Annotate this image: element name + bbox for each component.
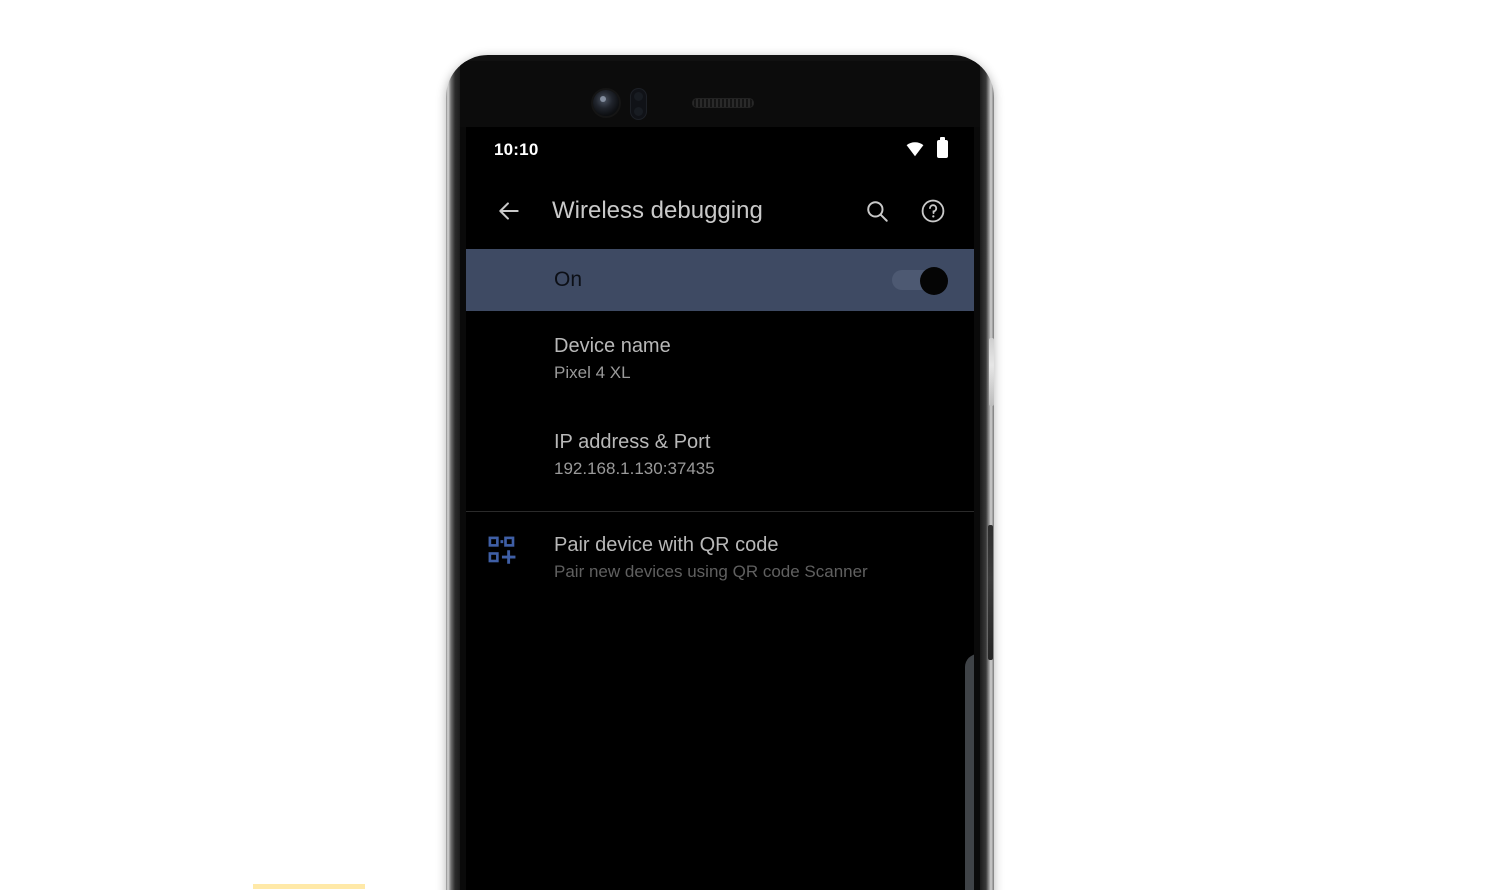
- toggle-state-label: On: [554, 268, 583, 291]
- battery-icon: [937, 137, 948, 158]
- power-button[interactable]: [989, 338, 994, 406]
- setting-value: 192.168.1.130:37435: [554, 459, 715, 478]
- setting-value: Pixel 4 XL: [554, 363, 631, 382]
- phone-device-frame: 10:10 Wireless debugging On Device name …: [446, 55, 994, 890]
- setting-title: IP address & Port: [554, 431, 711, 453]
- setting-row-ip-address-port[interactable]: IP address & Port 192.168.1.130:37435: [466, 407, 974, 503]
- screenshot-canvas: 10:10 Wireless debugging On Device name …: [0, 0, 1498, 890]
- earpiece-speaker-icon: [692, 98, 754, 108]
- status-bar-clock: 10:10: [494, 140, 539, 159]
- setting-title: Pair device with QR code: [554, 534, 779, 556]
- status-bar-icons: [905, 137, 948, 158]
- page-title: Wireless debugging: [552, 197, 763, 224]
- setting-row-pair-with-qr-code[interactable]: Pair device with QR code Pair new device…: [466, 512, 974, 606]
- setting-title: Device name: [554, 335, 671, 357]
- phone-forehead: [460, 61, 980, 127]
- setting-subtitle: Pair new devices using QR code Scanner: [554, 562, 868, 581]
- settings-list: Device name Pixel 4 XL IP address & Port…: [466, 311, 974, 606]
- switch-thumb: [920, 267, 948, 295]
- phone-body: 10:10 Wireless debugging On Device name …: [460, 61, 980, 890]
- back-arrow-icon[interactable]: [496, 198, 522, 224]
- search-icon[interactable]: [864, 198, 890, 224]
- wireless-debugging-switch[interactable]: [892, 267, 948, 295]
- front-camera-icon: [593, 90, 619, 116]
- highlight-marker-bar: [253, 884, 365, 889]
- pair-with-device-dialog: Pair with device Wi-Fi pairing code 0399…: [965, 654, 974, 890]
- sensor-array-icon: [630, 88, 647, 120]
- wireless-debugging-toggle-row[interactable]: On: [466, 249, 974, 311]
- setting-row-device-name[interactable]: Device name Pixel 4 XL: [466, 311, 974, 407]
- phone-screen: 10:10 Wireless debugging On Device name …: [466, 127, 974, 890]
- help-circle-icon[interactable]: [920, 198, 946, 224]
- status-bar: 10:10: [466, 127, 974, 173]
- app-bar: Wireless debugging: [466, 173, 974, 249]
- wifi-icon: [906, 142, 924, 157]
- volume-rocker-button[interactable]: [988, 525, 993, 660]
- qr-code-plus-icon: [488, 536, 516, 564]
